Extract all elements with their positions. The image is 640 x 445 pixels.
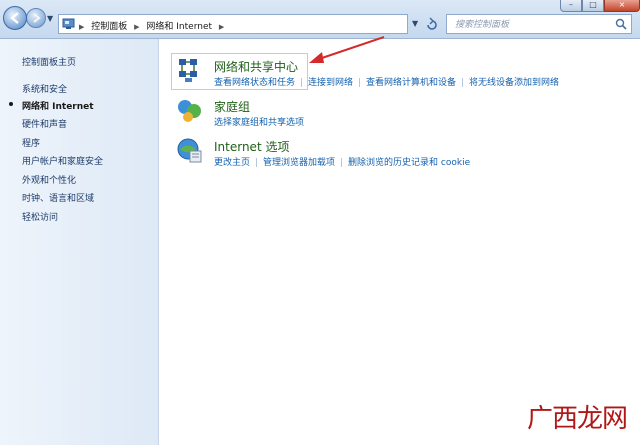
sidebar-item-programs[interactable]: 程序 (22, 136, 40, 149)
internet-options-icon (177, 138, 202, 163)
address-bar[interactable]: ▶ 控制面板 ▶ 网络和 Internet ▶ (58, 14, 408, 34)
change-homepage-link[interactable]: 更改主页 (214, 158, 250, 168)
search-box[interactable] (446, 14, 632, 34)
link-divider (341, 158, 343, 167)
manage-addons-link[interactable]: 管理浏览器加载项 (263, 158, 335, 168)
navigation-bar: ▼ ▶ 控制面板 ▶ 网络和 Internet ▶ ▼ (0, 0, 640, 39)
view-network-computers-link[interactable]: 查看网络计算机和设备 (366, 78, 456, 88)
search-icon[interactable] (615, 18, 627, 30)
search-input[interactable] (453, 16, 617, 34)
current-item-bullet (9, 102, 13, 106)
sidebar-item-network-internet[interactable]: 网络和 Internet (22, 99, 94, 112)
back-button[interactable] (3, 6, 27, 30)
sidebar-item-hardware-sound[interactable]: 硬件和声音 (22, 117, 67, 130)
close-button[interactable]: × (604, 0, 640, 12)
watermark: 广西龙网 (527, 398, 637, 440)
link-divider (301, 78, 303, 87)
category-network-sharing-center: 网络和共享中心 查看网络状态和任务 连接到网络 查看网络计算机和设备 将无线设备添加到… (176, 57, 636, 91)
maximize-button[interactable]: □ (582, 0, 604, 12)
homegroup-sharing-options-link[interactable]: 选择家庭组和共享选项 (214, 118, 304, 128)
sidebar-item-ease-of-access[interactable]: 轻松访问 (22, 210, 58, 223)
recent-pages-dropdown-icon[interactable]: ▼ (47, 14, 53, 23)
watermark-text: 广西龙网 (527, 404, 628, 434)
homegroup-icon (178, 100, 201, 122)
breadcrumb-network-internet[interactable]: 网络和 Internet (146, 22, 212, 32)
network-sharing-center-link[interactable]: 网络和共享中心 (214, 58, 298, 75)
control-panel-icon (62, 18, 75, 29)
internet-options-link[interactable]: Internet 选项 (214, 138, 289, 155)
network-sharing-center-icon (179, 59, 197, 82)
refresh-icon[interactable] (424, 17, 440, 33)
main-content: 网络和共享中心 查看网络状态和任务 连接到网络 查看网络计算机和设备 将无线设备添加到… (159, 39, 640, 445)
connect-to-network-link[interactable]: 连接到网络 (308, 78, 353, 88)
link-divider (256, 158, 258, 167)
link-divider (359, 78, 361, 87)
sidebar-item-appearance[interactable]: 外观和个性化 (22, 173, 76, 186)
breadcrumb-separator-icon[interactable]: ▶ (79, 23, 84, 31)
category-homegroup: 家庭组 选择家庭组和共享选项 (176, 97, 636, 131)
minimize-button[interactable]: – (560, 0, 582, 12)
sidebar-item-system-security[interactable]: 系统和安全 (22, 82, 67, 95)
back-arrow-icon (10, 12, 19, 24)
forward-arrow-icon (33, 13, 41, 23)
breadcrumb-control-panel[interactable]: 控制面板 (91, 22, 127, 32)
window-controls: – □ × (560, 0, 640, 12)
sidebar-item-user-accounts[interactable]: 用户帐户和家庭安全 (22, 154, 103, 167)
breadcrumb-separator-icon[interactable]: ▶ (219, 23, 224, 31)
link-divider (462, 78, 464, 87)
add-wireless-device-link[interactable]: 将无线设备添加到网络 (469, 78, 559, 88)
sidebar-item-clock-language-region[interactable]: 时钟、语言和区域 (22, 191, 94, 204)
delete-history-link[interactable]: 删除浏览的历史记录和 cookie (348, 158, 470, 168)
category-internet-options: Internet 选项 更改主页 管理浏览器加载项 删除浏览的历史记录和 cooki… (176, 137, 636, 171)
sidebar-item-control-panel-home[interactable]: 控制面板主页 (22, 55, 76, 68)
sidebar: 控制面板主页 系统和安全 网络和 Internet 硬件和声音 程序 用户帐户和… (0, 39, 159, 445)
address-dropdown-icon[interactable]: ▼ (412, 19, 418, 28)
view-network-status-link[interactable]: 查看网络状态和任务 (214, 78, 295, 88)
breadcrumb-separator-icon[interactable]: ▶ (134, 23, 139, 31)
forward-button[interactable] (26, 8, 46, 28)
homegroup-link[interactable]: 家庭组 (214, 98, 250, 115)
